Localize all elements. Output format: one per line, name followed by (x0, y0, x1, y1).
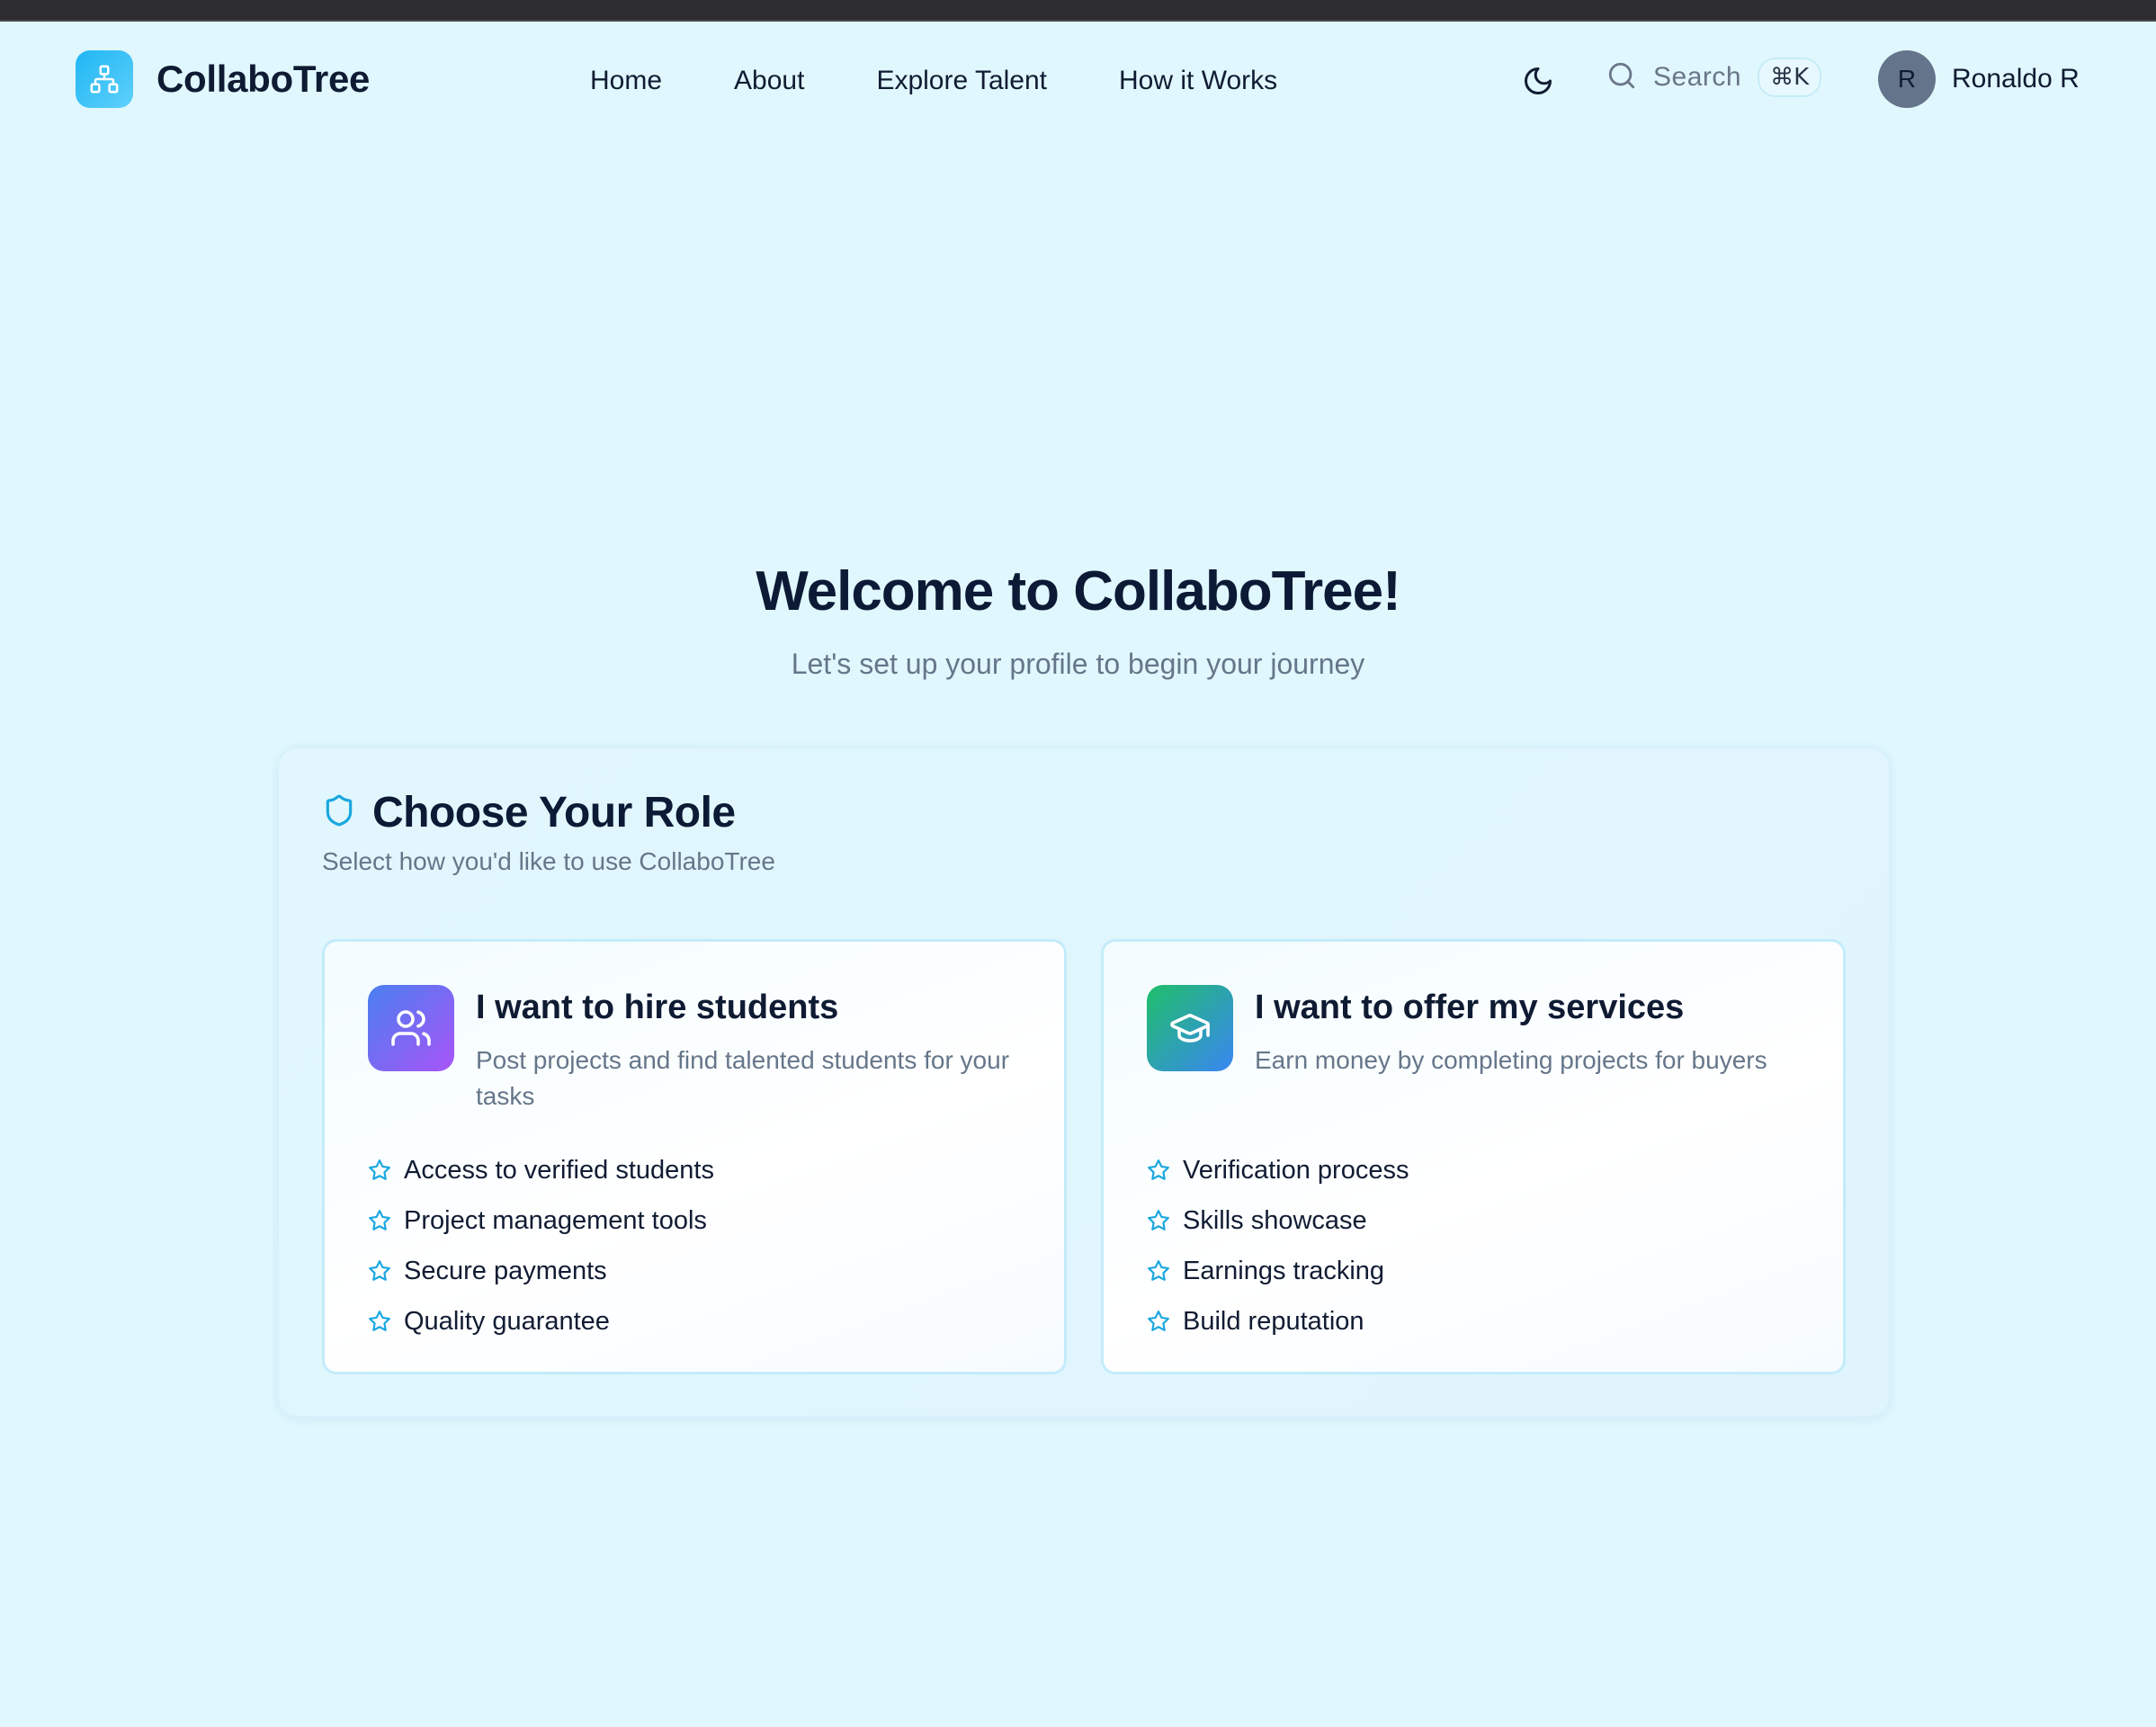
main-nav: Home About Explore Talent How it Works (590, 63, 1277, 99)
panel-title: Choose Your Role (372, 789, 736, 837)
search-icon (1606, 60, 1637, 95)
brand-logo[interactable]: CollaboTree (76, 50, 370, 108)
users-icon (368, 985, 454, 1071)
brand-name: CollaboTree (157, 58, 371, 100)
role-card-description: Post projects and find talented students… (476, 1046, 1010, 1110)
feature-item: Secure payments (368, 1246, 714, 1296)
nav-how-it-works[interactable]: How it Works (1119, 63, 1277, 99)
feature-label: Access to verified students (404, 1155, 714, 1185)
sitemap-icon (76, 50, 133, 108)
star-icon (1148, 1210, 1169, 1230)
star-icon (1148, 1159, 1169, 1180)
page-subtitle: Let's set up your profile to begin your … (791, 648, 1365, 680)
feature-item: Build reputation (1147, 1296, 1409, 1347)
star-icon (1148, 1260, 1169, 1281)
role-card-title: I want to hire students (476, 989, 839, 1026)
site-header: CollaboTree Home About Explore Talent Ho… (0, 22, 2156, 139)
star-icon (369, 1260, 390, 1281)
user-menu[interactable]: R Ronaldo R (1878, 50, 2080, 108)
nav-home[interactable]: Home (590, 63, 662, 99)
feature-list: Access to verified students Project mana… (368, 1145, 714, 1347)
role-card-title: I want to offer my services (1255, 989, 1685, 1026)
feature-label: Project management tools (404, 1205, 707, 1235)
moon-icon[interactable] (1522, 65, 1554, 97)
feature-item: Project management tools (368, 1195, 714, 1246)
shield-icon (322, 793, 356, 832)
feature-item: Access to verified students (368, 1145, 714, 1195)
star-icon (1148, 1311, 1169, 1331)
feature-item: Earnings tracking (1147, 1246, 1409, 1296)
role-card-offer[interactable]: I want to offer my services Earn money b… (1101, 939, 1846, 1374)
star-icon (369, 1210, 390, 1230)
feature-label: Build reputation (1183, 1306, 1364, 1336)
feature-label: Earnings tracking (1183, 1256, 1385, 1285)
role-selection-panel: Choose Your Role Select how you'd like t… (277, 747, 1891, 1418)
star-icon (369, 1311, 390, 1331)
feature-label: Quality guarantee (404, 1306, 610, 1336)
feature-label: Verification process (1183, 1155, 1409, 1185)
role-card-description: Earn money by completing projects for bu… (1255, 1046, 1767, 1074)
feature-item: Verification process (1147, 1145, 1409, 1195)
search-label: Search (1653, 62, 1742, 92)
feature-item: Skills showcase (1147, 1195, 1409, 1246)
role-card-hire[interactable]: I want to hire students Post projects an… (322, 939, 1067, 1374)
user-name: Ronaldo R (1952, 64, 2080, 94)
panel-subtitle: Select how you'd like to use CollaboTree (322, 847, 775, 875)
avatar: R (1878, 50, 1936, 108)
feature-item: Quality guarantee (368, 1296, 714, 1347)
feature-list: Verification process Skills showcase Ear… (1147, 1145, 1409, 1347)
search-button[interactable]: Search ⌘K (1606, 58, 1822, 97)
graduation-cap-icon (1147, 985, 1233, 1071)
nav-explore-talent[interactable]: Explore Talent (876, 63, 1047, 99)
page-title: Welcome to CollaboTree! (756, 560, 1401, 622)
nav-about[interactable]: About (734, 63, 804, 99)
panel-header: Choose Your Role (322, 788, 736, 837)
feature-label: Secure payments (404, 1256, 607, 1285)
star-icon (369, 1159, 390, 1180)
search-shortcut-badge: ⌘K (1758, 58, 1822, 97)
window-title-bar (0, 0, 2156, 22)
feature-label: Skills showcase (1183, 1205, 1367, 1235)
